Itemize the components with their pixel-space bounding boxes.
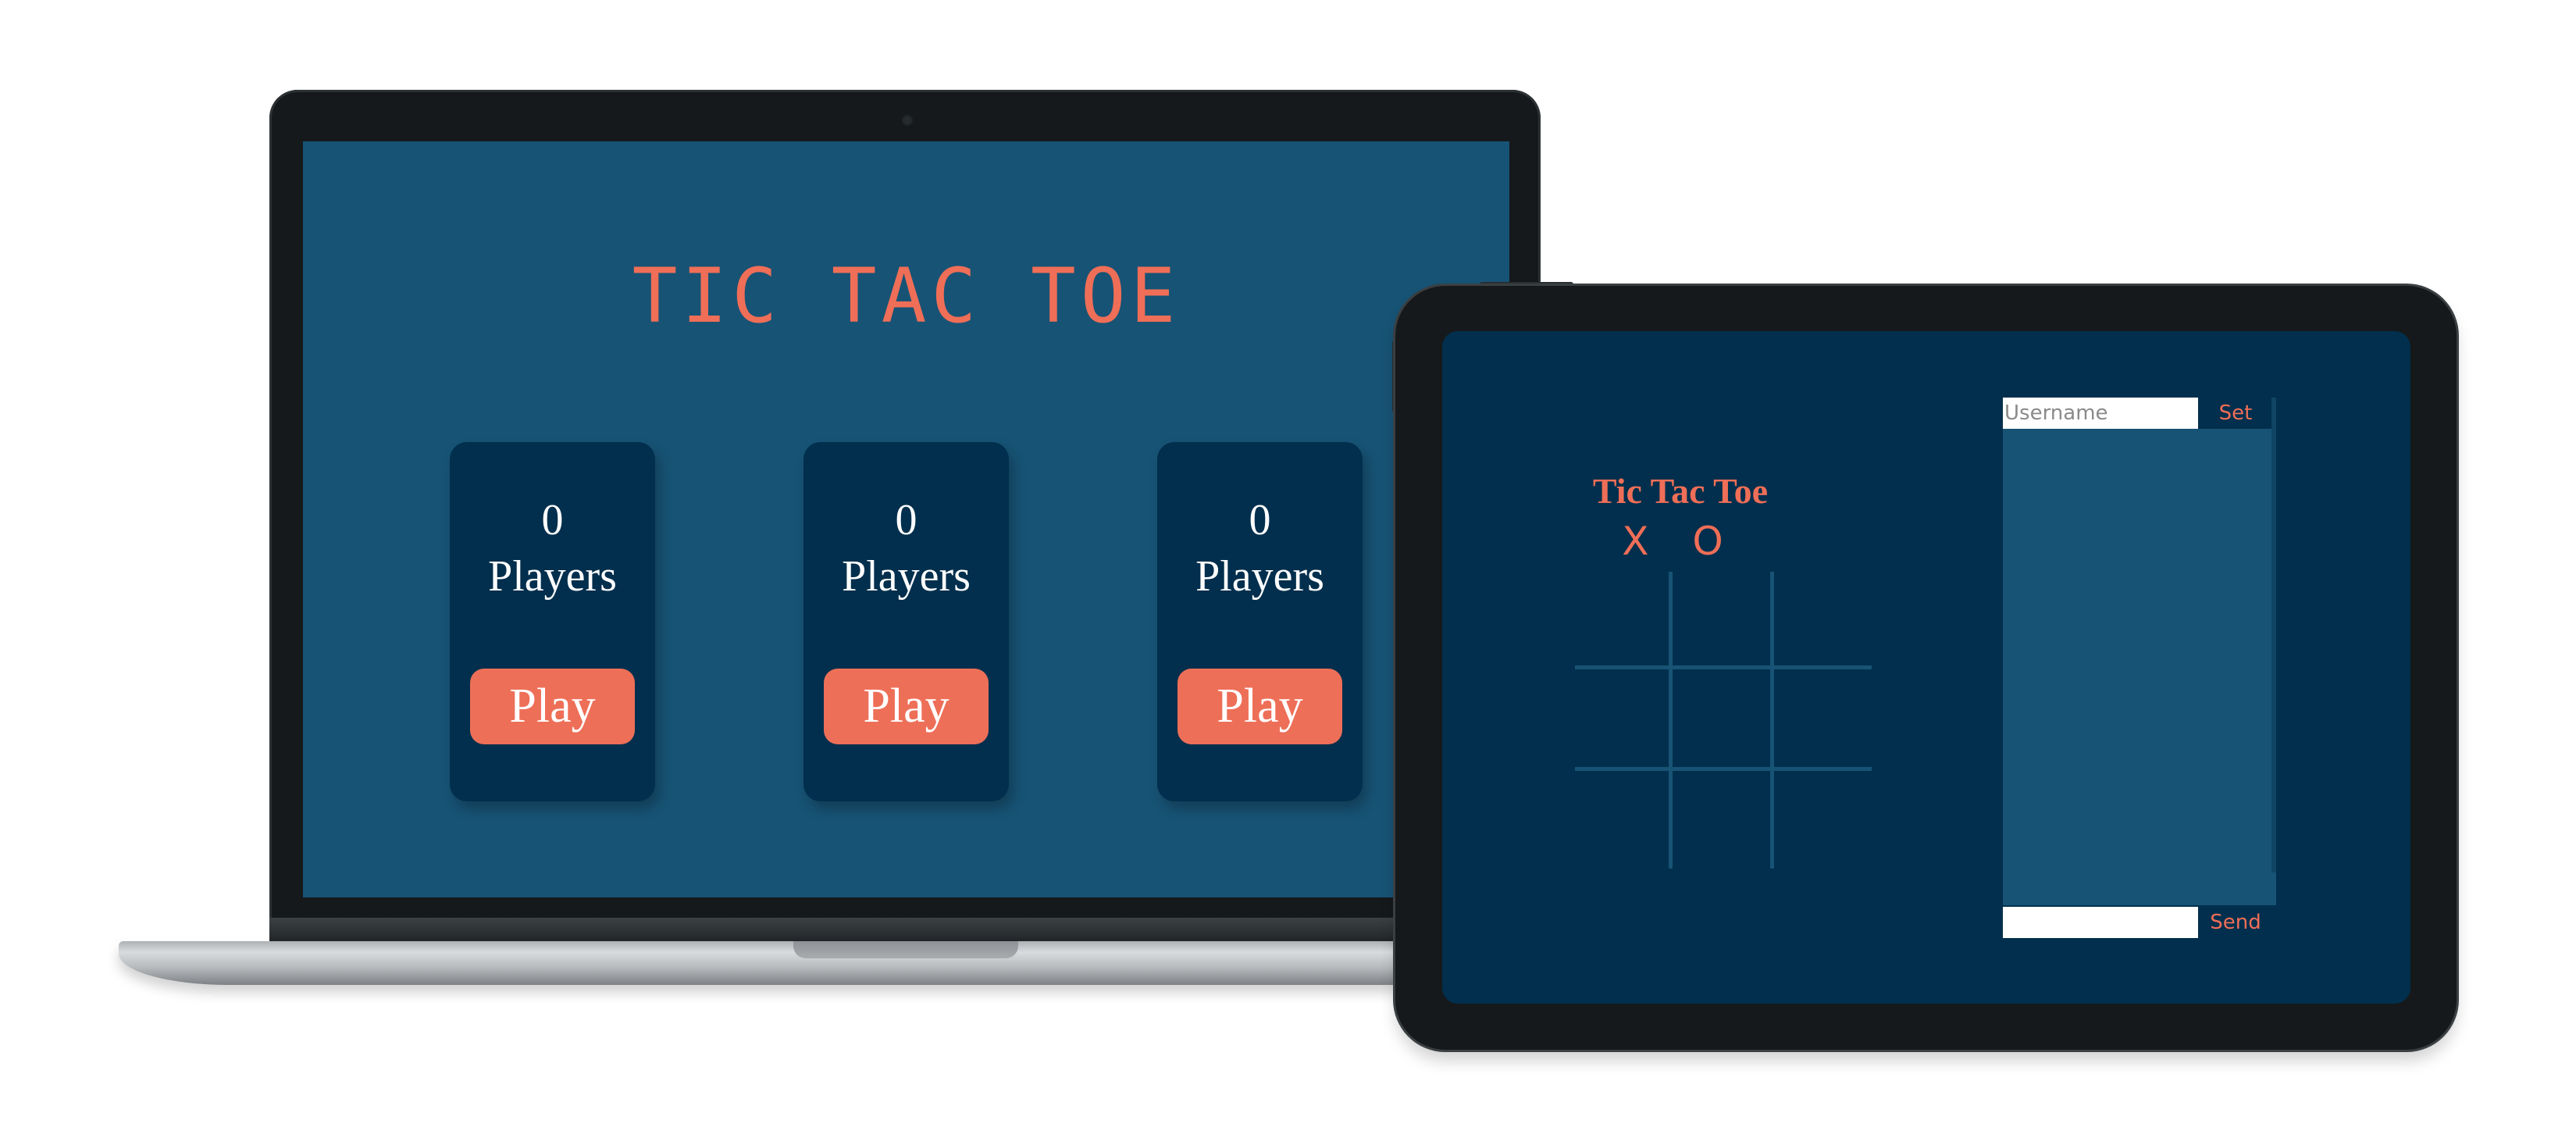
room-players-label: Players [488, 552, 617, 601]
game-title: Tic Tac Toe [1592, 471, 1769, 511]
room-player-count: 0 [541, 496, 564, 544]
board-cell[interactable] [1774, 572, 1872, 665]
game-board [1575, 572, 1872, 869]
board-cell[interactable] [1774, 669, 1872, 767]
chat-scrollbar[interactable] [2271, 398, 2276, 872]
room-card: 0 Players Play [450, 442, 655, 801]
play-button[interactable]: Play [824, 669, 989, 744]
tablet-screen: Tic Tac Toe X O Set Send [1442, 331, 2410, 1004]
username-input[interactable] [2003, 398, 2198, 429]
board-cell[interactable] [1673, 771, 1770, 869]
laptop-screen: TIC TAC TOE 0 Players Play 0 Players Pla… [303, 141, 1509, 897]
player-markers: X O [1622, 519, 1739, 564]
play-button[interactable]: Play [1178, 669, 1342, 744]
board-cell[interactable] [1575, 572, 1669, 665]
room-player-count: 0 [1249, 496, 1271, 544]
laptop-trackpad-notch [793, 941, 1018, 958]
room-card: 0 Players Play [803, 442, 1009, 801]
page-title: TIC TAC TOE [632, 252, 1181, 340]
board-cell[interactable] [1575, 771, 1669, 869]
room-players-label: Players [842, 552, 971, 601]
chat-messages-panel [2003, 429, 2276, 905]
room-card: 0 Players Play [1157, 442, 1363, 801]
set-username-button[interactable]: Set [2195, 398, 2276, 429]
webcam-icon [903, 116, 911, 124]
send-message-button[interactable]: Send [2195, 907, 2276, 938]
room-player-count: 0 [895, 496, 917, 544]
laptop-hinge [269, 918, 1541, 941]
device-mockup-stage: TIC TAC TOE 0 Players Play 0 Players Pla… [0, 0, 2576, 1138]
room-players-label: Players [1195, 552, 1324, 601]
play-button[interactable]: Play [470, 669, 635, 744]
board-cell[interactable] [1673, 572, 1770, 665]
message-input[interactable] [2003, 907, 2198, 938]
board-cell[interactable] [1575, 669, 1669, 767]
board-cell[interactable] [1774, 771, 1872, 869]
board-cell[interactable] [1673, 669, 1770, 767]
